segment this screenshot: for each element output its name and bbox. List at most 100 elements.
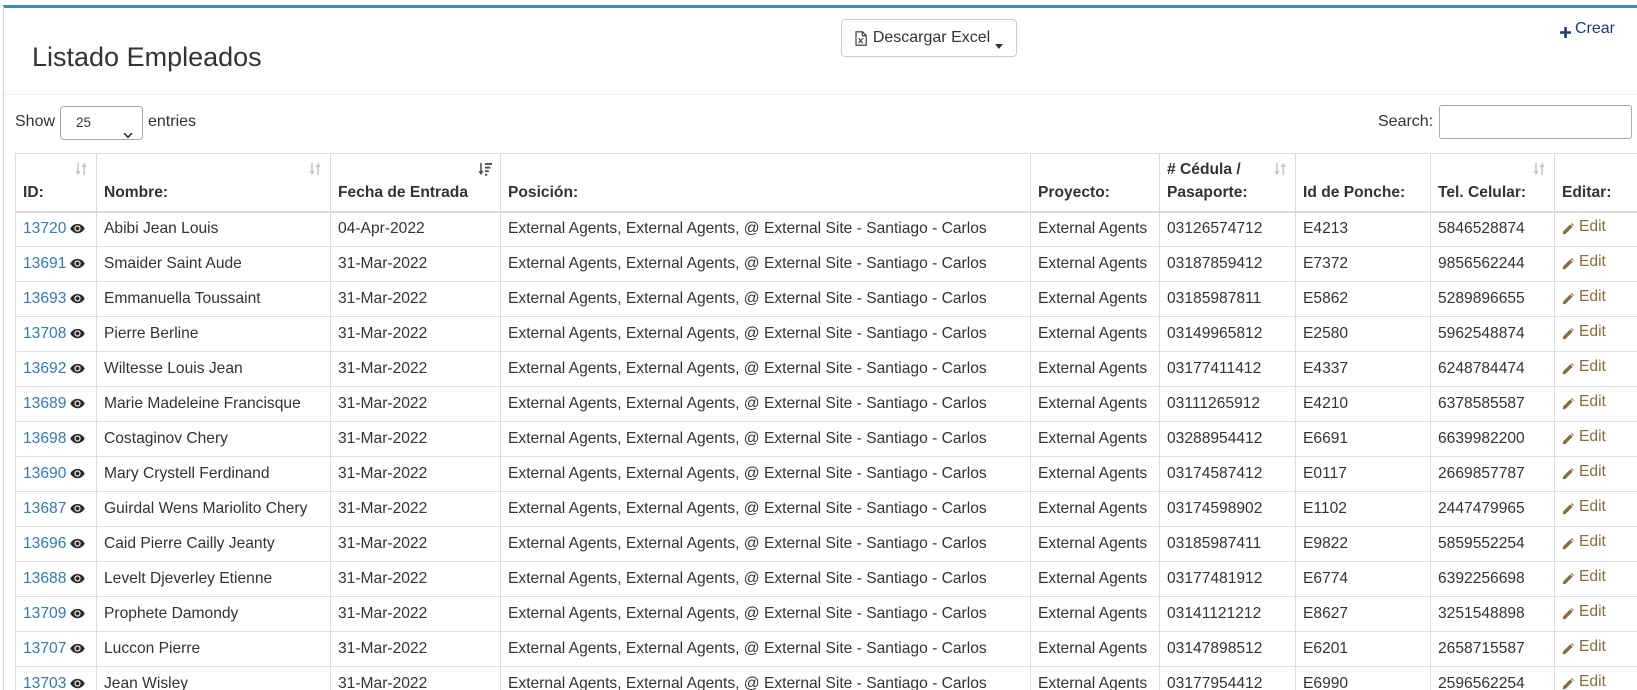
cell-nombre: Levelt Djeverley Etienne	[96, 561, 331, 597]
cell-id: 13692	[15, 351, 97, 387]
edit-link[interactable]: Edit	[1562, 462, 1606, 482]
cell-cedula: 03177481912	[1159, 561, 1296, 597]
cell-posicion: External Agents, External Agents, @ Exte…	[500, 526, 1031, 562]
cell-cedula: 03174598902	[1159, 491, 1296, 527]
edit-link[interactable]: Edit	[1562, 252, 1606, 272]
eye-icon[interactable]	[70, 325, 86, 339]
cell-proyecto: External Agents	[1030, 596, 1160, 632]
table-row: 13698 Costaginov Chery 31-Mar-2022 External…	[15, 421, 1637, 457]
pencil-icon	[1562, 466, 1574, 480]
cell-posicion: External Agents, External Agents, @ Exte…	[500, 316, 1031, 352]
employee-id-link[interactable]: 13689	[23, 395, 66, 412]
eye-icon[interactable]	[70, 640, 86, 654]
cell-fecha: 31-Mar-2022	[330, 386, 501, 422]
table-row: 13692 Wiltesse Louis Jean 31-Mar-2022 Exter…	[15, 351, 1637, 387]
employee-id-link[interactable]: 13691	[23, 255, 66, 272]
edit-link[interactable]: Edit	[1562, 357, 1606, 377]
edit-link[interactable]: Edit	[1562, 532, 1606, 552]
cell-editar: Edit	[1554, 666, 1637, 690]
search-input[interactable]	[1439, 105, 1632, 139]
employee-id-link[interactable]: 13692	[23, 360, 66, 377]
column-header-label: Proyecto:	[1038, 183, 1110, 201]
edit-label: Edit	[1579, 603, 1606, 620]
cell-ponche: E1102	[1295, 491, 1431, 527]
edit-link[interactable]: Edit	[1562, 217, 1606, 237]
cell-tel: 6639982200	[1430, 421, 1555, 457]
column-header-id[interactable]: ID:	[15, 153, 97, 213]
eye-icon[interactable]	[70, 290, 86, 304]
edit-link[interactable]: Edit	[1562, 637, 1606, 657]
eye-icon[interactable]	[70, 360, 86, 374]
cell-editar: Edit	[1554, 631, 1637, 667]
eye-icon[interactable]	[70, 395, 86, 409]
show-label: Show	[15, 113, 56, 130]
edit-label: Edit	[1579, 568, 1606, 585]
eye-icon[interactable]	[70, 605, 86, 619]
cell-ponche: E4337	[1295, 351, 1431, 387]
column-header-label: Editar:	[1562, 183, 1612, 201]
eye-icon[interactable]	[70, 465, 86, 479]
eye-icon[interactable]	[70, 220, 86, 234]
cell-cedula: 03177954412	[1159, 666, 1296, 690]
cell-posicion: External Agents, External Agents, @ Exte…	[500, 456, 1031, 492]
cell-editar: Edit	[1554, 596, 1637, 632]
cell-cedula: 03147898512	[1159, 631, 1296, 667]
employee-id-link[interactable]: 13703	[23, 675, 66, 690]
edit-link[interactable]: Edit	[1562, 497, 1606, 517]
employee-id-link[interactable]: 13688	[23, 570, 66, 587]
table-body: 13720 Abibi Jean Louis 04-Apr-2022 External…	[15, 211, 1637, 690]
column-header-tel[interactable]: Tel. Celular:	[1430, 153, 1555, 213]
employees-table: ID: Nombre: Fecha de Entrada Posición: Proye…	[15, 153, 1637, 690]
edit-link[interactable]: Edit	[1562, 427, 1606, 447]
cell-cedula: 03174587412	[1159, 456, 1296, 492]
cell-id: 13708	[15, 316, 97, 352]
table-header: ID: Nombre: Fecha de Entrada Posición: Proye…	[15, 153, 1637, 213]
edit-link[interactable]: Edit	[1562, 287, 1606, 307]
edit-link[interactable]: Edit	[1562, 602, 1606, 622]
create-button[interactable]: Crear	[1560, 19, 1615, 39]
cell-posicion: External Agents, External Agents, @ Exte…	[500, 281, 1031, 317]
pencil-icon	[1562, 361, 1574, 375]
sort-icon	[1273, 162, 1287, 176]
cell-id: 13707	[15, 631, 97, 667]
cell-id: 13691	[15, 246, 97, 282]
cell-proyecto: External Agents	[1030, 456, 1160, 492]
employee-id-link[interactable]: 13687	[23, 500, 66, 517]
table-row: 13703 Jean Wisley 31-Mar-2022 External Agen…	[15, 666, 1637, 690]
cell-editar: Edit	[1554, 211, 1637, 247]
cell-editar: Edit	[1554, 386, 1637, 422]
eye-icon[interactable]	[70, 255, 86, 269]
eye-icon[interactable]	[70, 500, 86, 514]
cell-editar: Edit	[1554, 421, 1637, 457]
employee-id-link[interactable]: 13707	[23, 640, 66, 657]
cell-ponche: E6691	[1295, 421, 1431, 457]
edit-link[interactable]: Edit	[1562, 672, 1606, 690]
eye-icon[interactable]	[70, 430, 86, 444]
file-excel-icon	[855, 30, 867, 46]
download-excel-button[interactable]: Descargar Excel	[841, 19, 1017, 57]
cell-ponche: E9822	[1295, 526, 1431, 562]
column-header-posicion: Posición:	[500, 153, 1031, 213]
edit-link[interactable]: Edit	[1562, 567, 1606, 587]
eye-icon[interactable]	[70, 535, 86, 549]
employee-id-link[interactable]: 13708	[23, 325, 66, 342]
employee-id-link[interactable]: 13698	[23, 430, 66, 447]
cell-tel: 2447479965	[1430, 491, 1555, 527]
eye-icon[interactable]	[70, 675, 86, 689]
employee-id-link[interactable]: 13696	[23, 535, 66, 552]
employee-id-link[interactable]: 13720	[23, 220, 66, 237]
cell-posicion: External Agents, External Agents, @ Exte…	[500, 596, 1031, 632]
column-header-nombre[interactable]: Nombre:	[96, 153, 331, 213]
table-row: 13688 Levelt Djeverley Etienne 31-Mar-2022…	[15, 561, 1637, 597]
cell-fecha: 31-Mar-2022	[330, 351, 501, 387]
eye-icon[interactable]	[70, 570, 86, 584]
edit-link[interactable]: Edit	[1562, 392, 1606, 412]
column-header-cedula[interactable]: # Cédula / Pasaporte:	[1159, 153, 1296, 213]
edit-link[interactable]: Edit	[1562, 322, 1606, 342]
entries-per-page-select[interactable]: 25	[60, 106, 143, 140]
employee-id-link[interactable]: 13709	[23, 605, 66, 622]
employee-id-link[interactable]: 13693	[23, 290, 66, 307]
employee-id-link[interactable]: 13690	[23, 465, 66, 482]
edit-label: Edit	[1579, 533, 1606, 550]
column-header-fecha[interactable]: Fecha de Entrada	[330, 153, 501, 213]
